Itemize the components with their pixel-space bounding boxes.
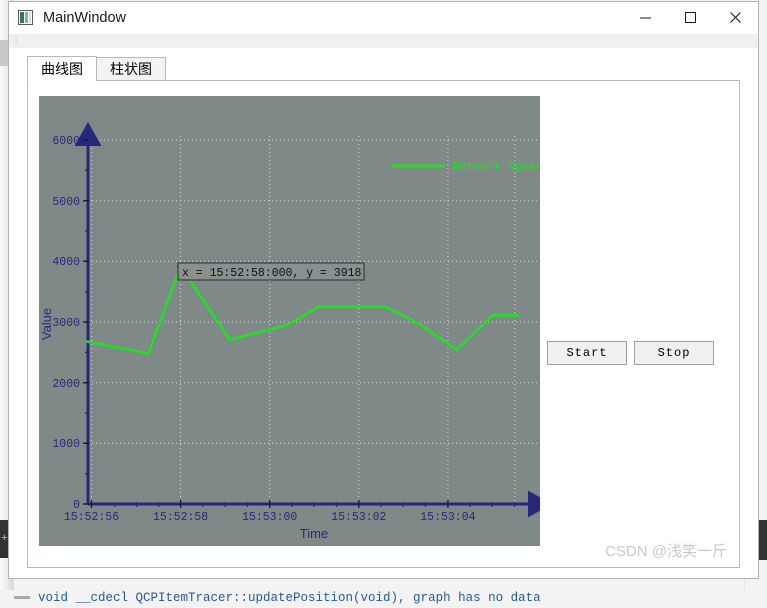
background-console-marker xyxy=(14,596,30,599)
x-tick-labels: 15:52:56 15:52:58 15:53:00 15:53:02 15:5… xyxy=(64,511,476,524)
start-button-label: Start xyxy=(566,346,608,360)
legend: Network Speed xyxy=(392,161,540,174)
close-icon[interactable] xyxy=(713,2,758,33)
x-tick-label: 15:52:58 xyxy=(153,511,208,524)
y-tick-label: 1000 xyxy=(52,438,80,451)
background-plus-icon: + xyxy=(1,533,8,545)
tab-bar: 曲线图 柱状图 xyxy=(27,56,166,81)
x-tick-label: 15:53:04 xyxy=(420,511,475,524)
tab-line-chart-label: 曲线图 xyxy=(41,60,83,77)
y-tick-label: 6000 xyxy=(52,135,80,148)
minimize-icon[interactable] xyxy=(623,2,668,33)
x-tick-label: 15:53:02 xyxy=(331,511,386,524)
window-title: MainWindow xyxy=(43,9,126,26)
maximize-icon[interactable] xyxy=(668,2,713,33)
app-icon xyxy=(18,10,33,25)
y-tick-label: 4000 xyxy=(52,256,80,269)
y-axis-title: Value xyxy=(39,308,54,340)
x-tick-label: 15:53:00 xyxy=(242,511,297,524)
main-window: MainWindow ⁞ 曲线图 柱状图 0 1000 2000 3000 40… xyxy=(8,1,759,579)
x-tick-label: 15:52:56 xyxy=(64,511,119,524)
y-tick-label: 2000 xyxy=(52,378,80,391)
tracer-tooltip: x = 15:52:58:000, y = 3918 xyxy=(177,262,365,281)
menu-strip: ⁞ xyxy=(9,34,758,49)
background-console-line: void __cdecl QCPItemTracer::updatePositi… xyxy=(38,591,541,605)
tab-bar-chart[interactable]: 柱状图 xyxy=(96,57,166,81)
plot-canvas[interactable]: 0 1000 2000 3000 4000 5000 6000 15:52:56… xyxy=(39,96,540,546)
watermark: CSDN @浅笑一斤 xyxy=(605,543,727,560)
window-controls xyxy=(623,2,758,33)
y-tick-label: 3000 xyxy=(52,317,80,330)
stop-button[interactable]: Stop xyxy=(634,341,714,365)
y-tick-labels: 0 1000 2000 3000 4000 5000 6000 xyxy=(52,135,80,512)
grid-horizontal xyxy=(88,139,538,444)
grid-vertical xyxy=(91,136,516,504)
tab-line-chart[interactable]: 曲线图 xyxy=(27,56,97,81)
tracer-tooltip-text: x = 15:52:58:000, y = 3918 xyxy=(182,267,362,280)
plot-svg: 0 1000 2000 3000 4000 5000 6000 15:52:56… xyxy=(39,122,540,541)
start-button[interactable]: Start xyxy=(547,341,627,365)
background-console: void __cdecl QCPItemTracer::updatePositi… xyxy=(0,590,767,608)
x-axis-title: Time xyxy=(300,526,328,541)
stop-button-label: Stop xyxy=(657,346,691,360)
legend-label: Network Speed xyxy=(453,161,540,174)
menu-grip-icon: ⁞ xyxy=(14,38,19,46)
tab-bar-chart-label: 柱状图 xyxy=(110,61,152,77)
y-tick-label: 5000 xyxy=(52,196,80,209)
client-area: 曲线图 柱状图 0 1000 2000 3000 4000 5000 6000 … xyxy=(9,48,758,578)
title-bar: MainWindow xyxy=(9,2,758,34)
tab-page-line-chart: 0 1000 2000 3000 4000 5000 6000 15:52:56… xyxy=(27,80,740,568)
